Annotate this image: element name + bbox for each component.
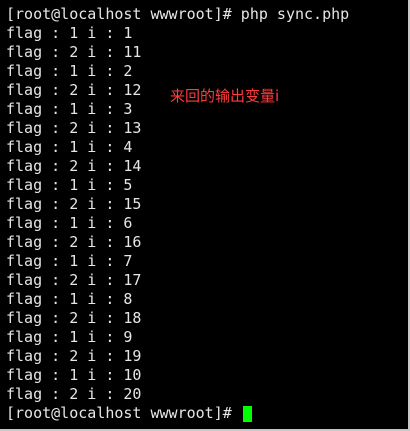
prompt-line[interactable]: [root@localhost wwwroot]# bbox=[6, 404, 349, 423]
output-line: flag : 2 i : 15 bbox=[6, 195, 142, 213]
output-line: flag : 1 i : 4 bbox=[6, 138, 133, 156]
output-line: flag : 1 i : 7 bbox=[6, 252, 133, 270]
shell-prompt: [root@localhost wwwroot]# bbox=[6, 404, 241, 422]
terminal-window[interactable]: [root@localhost wwwroot]# php sync.php f… bbox=[0, 0, 410, 431]
terminal-output: [root@localhost wwwroot]# php sync.php f… bbox=[6, 5, 349, 423]
output-line: flag : 2 i : 16 bbox=[6, 233, 142, 251]
output-line: flag : 2 i : 17 bbox=[6, 271, 142, 289]
output-line: flag : 1 i : 8 bbox=[6, 290, 133, 308]
output-line: flag : 1 i : 9 bbox=[6, 328, 133, 346]
command-line: [root@localhost wwwroot]# php sync.php bbox=[6, 5, 350, 23]
output-line: flag : 1 i : 6 bbox=[6, 214, 133, 232]
output-line: flag : 2 i : 11 bbox=[6, 43, 142, 61]
output-line: flag : 1 i : 5 bbox=[6, 176, 133, 194]
output-line: flag : 2 i : 18 bbox=[6, 309, 142, 327]
output-line: flag : 2 i : 19 bbox=[6, 347, 142, 365]
output-line: flag : 1 i : 1 bbox=[6, 24, 133, 42]
output-line: flag : 2 i : 13 bbox=[6, 119, 142, 137]
annotation-note: 来回的输出变量i bbox=[170, 87, 280, 105]
output-line: flag : 2 i : 14 bbox=[6, 157, 142, 175]
output-line: flag : 1 i : 2 bbox=[6, 62, 133, 80]
terminal-cursor bbox=[242, 405, 252, 422]
output-line: flag : 2 i : 20 bbox=[6, 385, 142, 403]
output-line: flag : 1 i : 10 bbox=[6, 366, 142, 384]
